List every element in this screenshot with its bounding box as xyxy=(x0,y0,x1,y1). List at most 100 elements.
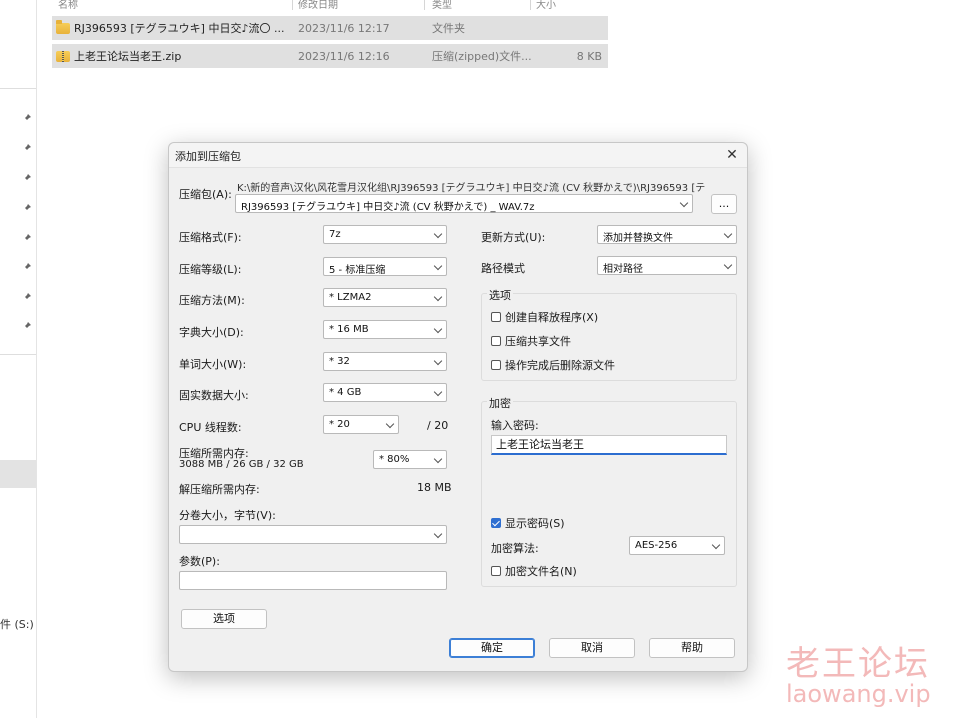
chevron-down-icon xyxy=(385,419,395,429)
pin-icon[interactable] xyxy=(22,321,32,331)
chevron-down-icon xyxy=(433,261,443,271)
chevron-down-icon xyxy=(433,356,443,366)
path-mode-label: 路径模式 xyxy=(481,262,525,275)
cancel-button[interactable]: 取消 xyxy=(549,638,635,658)
pin-icon[interactable] xyxy=(22,143,32,153)
column-size[interactable]: 大小 xyxy=(536,0,556,11)
pin-icon[interactable] xyxy=(22,262,32,272)
nav-selected-item[interactable] xyxy=(0,460,36,488)
shared-checkbox[interactable] xyxy=(491,336,501,346)
file-size: 8 KB xyxy=(576,49,602,63)
threads-label: CPU 线程数: xyxy=(179,421,242,434)
show-password-label: 显示密码(S) xyxy=(505,517,565,530)
column-separator[interactable] xyxy=(424,0,425,10)
file-row[interactable]: 上老王论坛当老王.zip 2023/11/6 12:16 压缩(zipped)文… xyxy=(52,44,608,68)
encrypt-names-checkbox[interactable] xyxy=(491,566,501,576)
archive-name-value: RJ396593 [テグラユウキ] 中日交♪流 (CV 秋野かえで) _ WAV… xyxy=(241,202,535,213)
delete-checkbox-row[interactable]: 操作完成后删除源文件 xyxy=(491,357,615,373)
encryption-group-title: 加密 xyxy=(487,395,513,411)
column-name[interactable]: 名称 xyxy=(58,0,78,11)
mem-select[interactable]: * 80% xyxy=(373,450,447,469)
options-button[interactable]: 选项 xyxy=(181,609,267,629)
column-separator[interactable] xyxy=(530,0,531,10)
params-input[interactable] xyxy=(179,571,447,590)
split-label: 分卷大小，字节(V): xyxy=(179,509,276,522)
column-separator[interactable] xyxy=(292,0,293,10)
dict-value: * 16 MB xyxy=(329,324,369,335)
encrypt-names-row[interactable]: 加密文件名(N) xyxy=(491,563,577,579)
nav-separator xyxy=(0,88,36,89)
chevron-down-icon xyxy=(723,260,733,270)
delete-label: 操作完成后删除源文件 xyxy=(505,359,615,372)
close-button[interactable]: ✕ xyxy=(721,145,743,165)
drive-label[interactable]: 件 (S:) xyxy=(0,616,34,632)
folder-icon xyxy=(56,19,70,34)
dialog-titlebar[interactable]: 添加到压缩包 ✕ xyxy=(169,143,747,168)
word-label: 单词大小(W): xyxy=(179,358,247,371)
dialog-title: 添加到压缩包 xyxy=(175,150,241,163)
word-value: * 32 xyxy=(329,356,350,367)
archive-name-combo[interactable]: RJ396593 [テグラユウキ] 中日交♪流 (CV 秋野かえで) _ WAV… xyxy=(235,194,693,213)
solid-label: 固实数据大小: xyxy=(179,389,249,402)
split-select[interactable] xyxy=(179,525,447,544)
file-name: RJ396593 [テグラユウキ] 中日交♪流〇 ... xyxy=(74,22,285,35)
chevron-down-icon xyxy=(433,324,443,334)
password-input[interactable]: 上老王论坛当老王 xyxy=(491,435,727,455)
chevron-down-icon xyxy=(723,229,733,239)
chevron-down-icon xyxy=(433,387,443,397)
enc-method-select[interactable]: AES-256 xyxy=(629,536,725,555)
update-select[interactable]: 添加并替换文件 xyxy=(597,225,737,244)
threads-value: * 20 xyxy=(329,419,350,430)
method-label: 压缩方法(M): xyxy=(179,294,245,307)
chevron-down-icon xyxy=(679,198,689,208)
path-mode-select[interactable]: 相对路径 xyxy=(597,256,737,275)
pin-icon[interactable] xyxy=(22,292,32,302)
options-group-title: 选项 xyxy=(487,287,513,303)
solid-value: * 4 GB xyxy=(329,387,362,398)
pin-icon[interactable] xyxy=(22,113,32,123)
update-value: 添加并替换文件 xyxy=(603,233,673,244)
sfx-checkbox-row[interactable]: 创建自释放程序(X) xyxy=(491,309,598,325)
archive-label: 压缩包(A): xyxy=(179,188,232,201)
chevron-down-icon xyxy=(433,292,443,302)
chevron-down-icon xyxy=(433,229,443,239)
solid-select[interactable]: * 4 GB xyxy=(323,383,447,402)
pin-icon[interactable] xyxy=(22,233,32,243)
add-to-archive-dialog: 添加到压缩包 ✕ 压缩包(A): K:\新的音声\汉化\风花雪月汉化组\RJ39… xyxy=(168,142,748,672)
shared-checkbox-row[interactable]: 压缩共享文件 xyxy=(491,333,571,349)
navigation-pane: 件 (S:) xyxy=(0,0,37,718)
mem-detail: 3088 MB / 26 GB / 32 GB xyxy=(179,459,304,470)
help-button[interactable]: 帮助 xyxy=(649,638,735,658)
threads-select[interactable]: * 20 xyxy=(323,415,399,434)
zip-icon xyxy=(56,50,70,62)
browse-button[interactable]: ... xyxy=(711,194,737,214)
show-password-row[interactable]: 显示密码(S) xyxy=(491,515,565,531)
format-select[interactable]: 7z xyxy=(323,225,447,244)
file-row[interactable]: RJ396593 [テグラユウキ] 中日交♪流〇 ... 2023/11/6 1… xyxy=(52,16,608,40)
column-header: 名称 修改日期 类型 大小 xyxy=(52,0,612,11)
chevron-down-icon xyxy=(433,529,443,539)
word-select[interactable]: * 32 xyxy=(323,352,447,371)
file-name: 上老王论坛当老王.zip xyxy=(74,50,182,63)
format-label: 压缩格式(F): xyxy=(179,231,242,244)
file-type: 压缩(zipped)文件... xyxy=(432,50,532,63)
chevron-down-icon xyxy=(711,540,721,550)
sfx-checkbox[interactable] xyxy=(491,312,501,322)
show-password-checkbox[interactable] xyxy=(491,518,501,528)
shared-label: 压缩共享文件 xyxy=(505,335,571,348)
dict-select[interactable]: * 16 MB xyxy=(323,320,447,339)
method-select[interactable]: * LZMA2 xyxy=(323,288,447,307)
pin-icon[interactable] xyxy=(22,203,32,213)
mem-value: * 80% xyxy=(379,454,410,465)
pin-icon[interactable] xyxy=(22,173,32,183)
column-type[interactable]: 类型 xyxy=(432,0,452,11)
method-value: * LZMA2 xyxy=(329,292,372,303)
watermark-url: laowang.vip xyxy=(786,680,931,708)
delete-checkbox[interactable] xyxy=(491,360,501,370)
column-date[interactable]: 修改日期 xyxy=(298,0,338,11)
encrypt-names-label: 加密文件名(N) xyxy=(505,565,577,578)
ok-button[interactable]: 确定 xyxy=(449,638,535,658)
file-date: 2023/11/6 12:16 xyxy=(298,49,390,63)
decomp-value: 18 MB xyxy=(417,481,452,494)
level-select[interactable]: 5 - 标准压缩 xyxy=(323,257,447,276)
